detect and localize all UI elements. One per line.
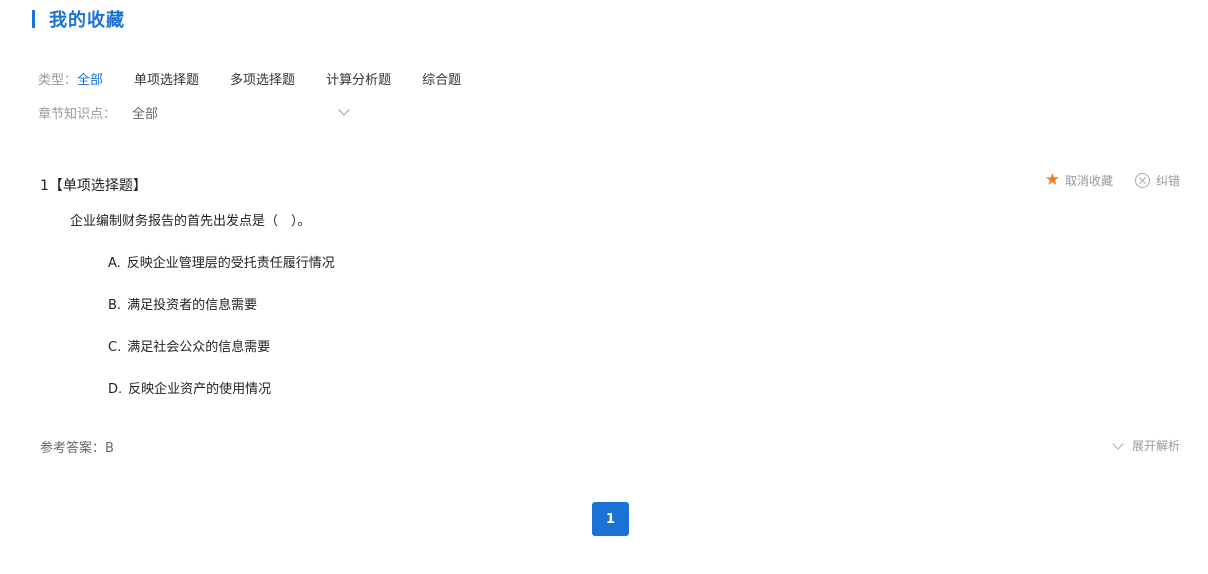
page-button-current[interactable]: 1	[592, 502, 629, 536]
chapter-select-value: 全部	[132, 106, 159, 122]
chevron-down-icon	[1112, 437, 1124, 450]
option-c[interactable]: C. 满足社会公众的信息需要	[108, 338, 335, 358]
type-filter-row: 类型： 全部 单项选择题 多项选择题 计算分析题 综合题	[38, 68, 492, 88]
expand-analysis-button[interactable]: 展开解析	[1112, 437, 1180, 454]
expand-analysis-label: 展开解析	[1131, 439, 1180, 453]
answer-options: A. 反映企业管理层的受托责任履行情况 B. 满足投资者的信息需要 C. 满足社会公众…	[108, 254, 335, 422]
option-text: 反映企业资产的使用情况	[128, 382, 272, 397]
type-option-single-choice[interactable]: 单项选择题	[134, 69, 199, 88]
title-accent-bar	[32, 10, 35, 28]
type-option-multiple-choice[interactable]: 多项选择题	[230, 69, 295, 88]
question-header: 1【单项选择题】	[40, 178, 147, 194]
circle-x-icon	[1134, 173, 1150, 188]
type-option-calculation[interactable]: 计算分析题	[326, 69, 391, 88]
chapter-filter-row: 章节知识点： 全部	[38, 102, 352, 122]
option-letter: B.	[108, 298, 122, 313]
chevron-down-icon	[338, 104, 350, 116]
report-error-label: 纠错	[1155, 174, 1180, 188]
option-letter: D.	[108, 382, 123, 397]
option-letter: A.	[108, 256, 121, 271]
report-error-button[interactable]: 纠错	[1134, 172, 1180, 189]
chapter-filter-label: 章节知识点：	[38, 106, 117, 122]
option-text: 满足投资者的信息需要	[127, 298, 258, 313]
favorites-page: 我的收藏 类型： 全部 单项选择题 多项选择题 计算分析题 综合题 章节知识点：…	[0, 0, 1208, 574]
page-title: 我的收藏	[49, 10, 125, 31]
unfavorite-label: 取消收藏	[1064, 174, 1113, 188]
option-text: 满足社会公众的信息需要	[127, 340, 271, 355]
chapter-select[interactable]: 全部	[132, 103, 352, 122]
option-letter: C.	[108, 340, 122, 355]
option-d[interactable]: D. 反映企业资产的使用情况	[108, 380, 335, 400]
type-filter-label: 类型：	[38, 72, 78, 88]
type-option-all[interactable]: 全部	[77, 69, 103, 88]
question-stem: 企业编制财务报告的首先出发点是（ ）。	[70, 214, 311, 229]
option-b[interactable]: B. 满足投资者的信息需要	[108, 296, 335, 316]
reference-answer: 参考答案：B	[40, 441, 114, 456]
option-text: 反映企业管理层的受托责任履行情况	[126, 256, 335, 271]
type-option-comprehensive[interactable]: 综合题	[422, 69, 461, 88]
unfavorite-button[interactable]: ★ 取消收藏	[1045, 172, 1113, 189]
type-filter-options: 全部 单项选择题 多项选择题 计算分析题 综合题	[77, 69, 492, 88]
star-icon: ★	[1044, 170, 1060, 190]
question-actions: ★ 取消收藏 纠错	[1045, 172, 1180, 189]
option-a[interactable]: A. 反映企业管理层的受托责任履行情况	[108, 254, 335, 274]
pagination: 1	[592, 502, 629, 536]
page-header: 我的收藏	[32, 6, 125, 32]
